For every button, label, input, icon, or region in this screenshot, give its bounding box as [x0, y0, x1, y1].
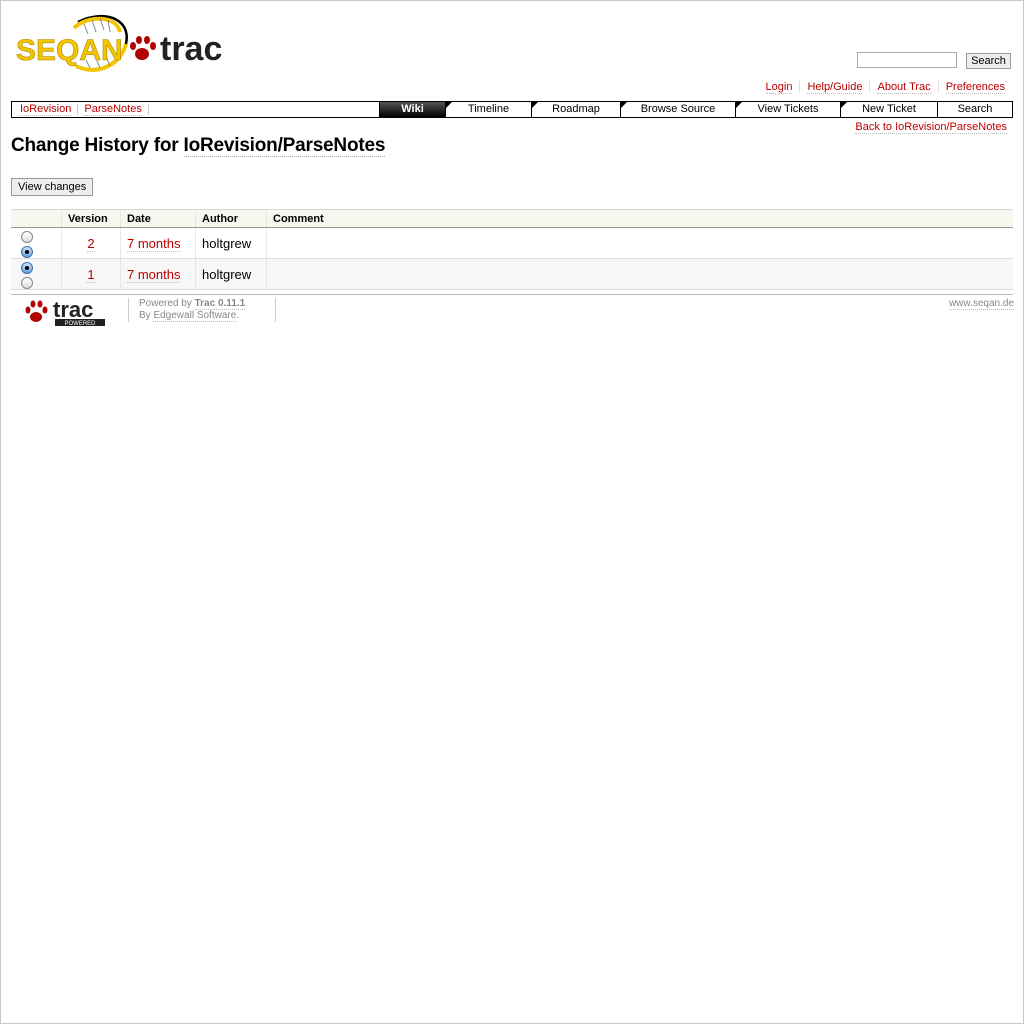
new-version-radio[interactable]: [21, 245, 33, 258]
footer-logo-sub: POWERED: [64, 321, 96, 327]
column-header-author: Author: [195, 209, 267, 228]
tab-view-tickets[interactable]: View Tickets: [735, 102, 840, 117]
breadcrumb-parsenotes[interactable]: ParseNotes: [84, 103, 142, 116]
date-link[interactable]: 7 months: [127, 266, 181, 283]
author-cell: holtgrew: [195, 258, 267, 290]
paw-icon: [130, 36, 156, 60]
corner-marker-icon: [736, 102, 742, 108]
tab-timeline[interactable]: Timeline: [445, 102, 531, 117]
logo-text-seqan: SEQAN: [16, 34, 123, 67]
version-link[interactable]: 2: [87, 235, 95, 252]
breadcrumb-iorevision[interactable]: IoRevision: [20, 103, 72, 116]
help-guide-link[interactable]: Help/Guide: [807, 81, 863, 94]
tab-label: Roadmap: [552, 103, 600, 115]
tab-roadmap[interactable]: Roadmap: [531, 102, 620, 117]
history-table: Version Date Author Comment 2 7 months h…: [11, 209, 1013, 290]
new-version-radio[interactable]: [21, 276, 33, 289]
version-link[interactable]: 1: [87, 266, 95, 283]
author-cell: holtgrew: [195, 227, 267, 259]
back-to-page-link[interactable]: Back to IoRevision/ParseNotes: [855, 121, 1007, 134]
tab-label: Timeline: [467, 103, 510, 115]
logo-text-trac: trac: [160, 30, 222, 68]
date-link[interactable]: 7 months: [127, 235, 181, 252]
tab-search[interactable]: Search: [937, 102, 1012, 117]
preferences-link[interactable]: Preferences: [945, 81, 1005, 94]
trac-powered-logo[interactable]: trac POWERED: [22, 297, 110, 327]
main-nav: IoRevision ParseNotes Wiki Timeline Road…: [11, 101, 1013, 118]
old-version-radio[interactable]: [21, 230, 33, 243]
column-header-date: Date: [120, 209, 196, 228]
tab-new-ticket[interactable]: New Ticket: [840, 102, 937, 117]
old-version-radio[interactable]: [21, 261, 33, 274]
site-url: www.seqan.de: [948, 298, 1014, 310]
powered-by-text: Powered by: [139, 298, 195, 309]
radio-cell: [11, 227, 62, 259]
table-row: 2 7 months holtgrew: [11, 227, 1013, 259]
tab-wiki[interactable]: Wiki: [379, 102, 445, 117]
breadcrumb-separator: [147, 104, 149, 115]
site-url-link[interactable]: www.seqan.de: [948, 298, 1014, 310]
login-link[interactable]: Login: [765, 81, 793, 94]
trac-version: Trac 0.11.1: [194, 298, 246, 309]
date-cell: 7 months: [120, 258, 196, 290]
tab-label: Search: [957, 103, 993, 115]
tab-browse-source[interactable]: Browse Source: [620, 102, 735, 117]
footer-separator: [275, 298, 276, 322]
column-header-version: Version: [61, 209, 121, 228]
by-text: By: [139, 310, 154, 321]
search-button[interactable]: Search: [966, 53, 1011, 69]
tab-label: Browse Source: [640, 103, 716, 115]
view-changes-button[interactable]: View changes: [11, 178, 94, 196]
table-header-row: Version Date Author Comment: [11, 209, 1013, 228]
about-trac-link[interactable]: About Trac: [877, 81, 931, 94]
paw-icon: [25, 300, 48, 322]
search-input[interactable]: [857, 52, 957, 68]
version-cell: 2: [61, 227, 121, 259]
footer-logo-text: trac: [53, 297, 93, 322]
trac-version-link[interactable]: Trac 0.11.1: [194, 298, 246, 310]
seqan-trac-logo[interactable]: SEQAN trac: [16, 10, 228, 82]
corner-marker-icon: [446, 102, 452, 108]
breadcrumb-separator: [77, 104, 79, 115]
tab-label: View Tickets: [757, 103, 819, 115]
powered-by: Powered by Trac 0.11.1 By Edgewall Softw…: [139, 298, 246, 322]
corner-marker-icon: [532, 102, 538, 108]
corner-marker-icon: [621, 102, 627, 108]
edgewall-link[interactable]: Edgewall Software: [153, 310, 237, 322]
column-header-comment: Comment: [266, 209, 1013, 228]
date-cell: 7 months: [120, 227, 196, 259]
comment-cell: [266, 227, 1013, 259]
vendor-suffix: .: [236, 310, 240, 321]
radio-cell: [11, 258, 62, 290]
corner-marker-icon: [841, 102, 847, 108]
page-title-link[interactable]: IoRevision/ParseNotes: [183, 135, 385, 157]
column-header-select: [11, 209, 62, 228]
page-title-prefix: Change History for: [11, 135, 184, 156]
footer-divider: [11, 294, 1013, 295]
table-row: 1 7 months holtgrew: [11, 258, 1013, 290]
tab-label: New Ticket: [862, 103, 916, 115]
meta-nav: Login Help/Guide About Trac Preferences: [759, 81, 1012, 94]
comment-cell: [266, 258, 1013, 290]
context-nav: Back to IoRevision/ParseNotes: [855, 121, 1007, 134]
tab-label: Wiki: [401, 103, 424, 115]
page-title: Change History for IoRevision/ParseNotes: [11, 135, 385, 157]
version-cell: 1: [61, 258, 121, 290]
footer-separator: [128, 298, 129, 322]
breadcrumb: IoRevision ParseNotes: [16, 102, 151, 117]
